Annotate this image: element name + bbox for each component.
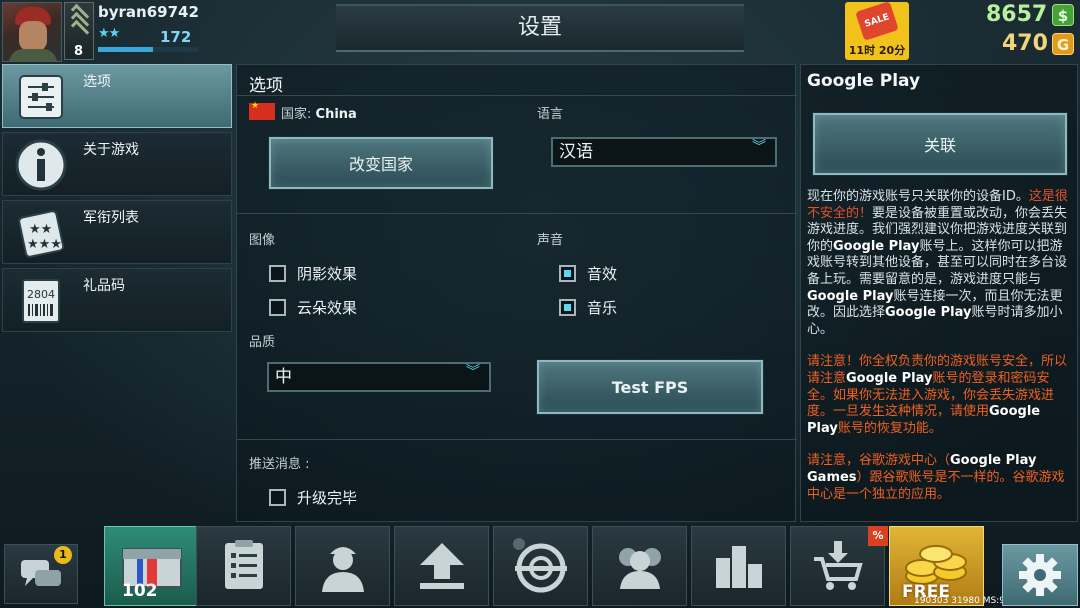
quality-select[interactable]: 中 ︾ — [267, 362, 491, 392]
upgrade-arrow-icon — [419, 543, 464, 589]
country-display: 国家: China — [281, 103, 357, 122]
sidebar-item-options[interactable]: 选项 — [2, 64, 232, 128]
svg-text:★★★: ★★★ — [27, 237, 62, 252]
rank-stars-icon: ★★ — [98, 26, 120, 41]
country-value: China — [315, 107, 357, 122]
battle-button[interactable] — [493, 526, 588, 606]
chevron-down-icon: ︾ — [752, 139, 766, 155]
supply-box-count: 102 — [122, 581, 158, 601]
sidebar-item-label: 礼品码 — [83, 278, 125, 294]
checklist-icon — [224, 540, 263, 589]
shopping-cart-icon — [813, 541, 863, 590]
sidebar-item-about[interactable]: 关于游戏 — [2, 132, 232, 196]
language-select[interactable]: 汉语 ︾ — [551, 137, 777, 167]
sound-label: 声音 — [537, 233, 564, 248]
sidebar-item-gift-code[interactable]: 2804 礼品码 — [2, 268, 232, 332]
group-people-icon — [618, 548, 661, 589]
options-panel: 选项 国家: China 改变国家 语言 汉语 ︾ 图像 阴影效果 云朵效果 声… — [236, 64, 797, 522]
sidebar-item-ranks[interactable]: ★★ ★★★ 军衔列表 — [2, 200, 232, 264]
leaderboard-button[interactable] — [691, 526, 786, 606]
google-play-link-button[interactable]: 关联 — [812, 112, 1068, 176]
sale-badge[interactable]: SALE 11时 20分 — [845, 1, 909, 60]
upgrade-complete-checkbox[interactable] — [269, 489, 286, 506]
divider — [237, 213, 797, 214]
change-country-button[interactable]: 改变国家 — [268, 136, 494, 190]
missions-button[interactable] — [196, 526, 291, 606]
crosshair-icon — [512, 538, 567, 593]
svg-text:2804: 2804 — [27, 288, 55, 301]
country-label: 国家: — [281, 107, 312, 122]
cloud-effect-label: 云朵效果 — [297, 299, 358, 317]
player-level: 8 — [74, 44, 84, 59]
graphics-label: 图像 — [249, 233, 276, 248]
page-title: 设置 — [336, 4, 744, 52]
svg-text:★★: ★★ — [29, 222, 52, 237]
language-label: 语言 — [537, 107, 564, 122]
shadow-effect-checkbox[interactable] — [269, 265, 286, 282]
cloud-effect-checkbox[interactable] — [269, 299, 286, 316]
quality-label: 品质 — [249, 335, 276, 350]
upgrade-complete-label: 升级完毕 — [297, 489, 358, 507]
options-section-title: 选项 — [249, 76, 283, 96]
divider — [237, 95, 797, 96]
rank-stars-icon: ★★ ★★★ — [9, 205, 73, 261]
shadow-effect-label: 阴影效果 — [297, 265, 358, 283]
upgrade-button[interactable] — [394, 526, 489, 606]
info-icon — [9, 137, 73, 193]
google-play-info-text: 现在你的游戏账号只关联你的设备ID。这是很不安全的！要是设备被重置或改动，你会丢… — [807, 189, 1068, 502]
player-avatar[interactable] — [2, 2, 62, 62]
push-notifications-label: 推送消息 : — [249, 457, 310, 472]
podium-icon — [715, 546, 762, 588]
units-button[interactable] — [295, 526, 390, 606]
google-play-title: Google Play — [807, 71, 921, 91]
gift-ticket-icon: 2804 — [9, 273, 73, 329]
sound-effects-label: 音效 — [587, 265, 618, 283]
music-checkbox[interactable] — [559, 299, 576, 316]
test-fps-button[interactable]: Test FPS — [536, 359, 764, 415]
chevron-down-icon: ︾ — [466, 364, 480, 380]
sidebar-item-label: 军衔列表 — [83, 210, 139, 226]
language-value: 汉语 — [559, 142, 593, 162]
xp-progress-bar — [98, 47, 198, 52]
sidebar-item-label: 选项 — [83, 74, 111, 90]
sale-tag-icon: SALE — [855, 1, 899, 41]
settings-sidebar: 选项 关于游戏 ★★ ★★★ 军衔列表 2804 礼品码 — [2, 64, 232, 336]
sound-effects-checkbox[interactable] — [559, 265, 576, 282]
shop-discount-badge: % — [868, 526, 888, 546]
gold-icon[interactable]: G — [1052, 33, 1074, 55]
gear-icon — [1019, 554, 1061, 596]
top-bar: 8 byran69742 ★★ 172 设置 SALE 11时 20分 8657… — [0, 0, 1080, 64]
cash-amount: 8657 — [986, 2, 1048, 27]
google-play-panel: Google Play 关联 现在你的游戏账号只关联你的设备ID。这是很不安全的… — [800, 64, 1078, 522]
divider — [237, 439, 797, 440]
sliders-icon — [9, 69, 73, 125]
gold-amount: 470 — [1002, 31, 1048, 56]
soldier-icon — [321, 547, 364, 592]
alliance-button[interactable] — [592, 526, 687, 606]
sale-timer: 11时 20分 — [848, 44, 906, 57]
xp-value: 172 — [160, 28, 192, 46]
cash-icon[interactable]: $ — [1052, 4, 1074, 26]
chat-notification-badge: 1 — [54, 546, 72, 564]
music-label: 音乐 — [587, 299, 618, 317]
player-username: byran69742 — [98, 3, 199, 21]
quality-value: 中 — [275, 367, 292, 387]
settings-button[interactable] — [1002, 544, 1078, 606]
china-flag-icon — [249, 101, 275, 120]
sidebar-item-label: 关于游戏 — [83, 142, 139, 158]
